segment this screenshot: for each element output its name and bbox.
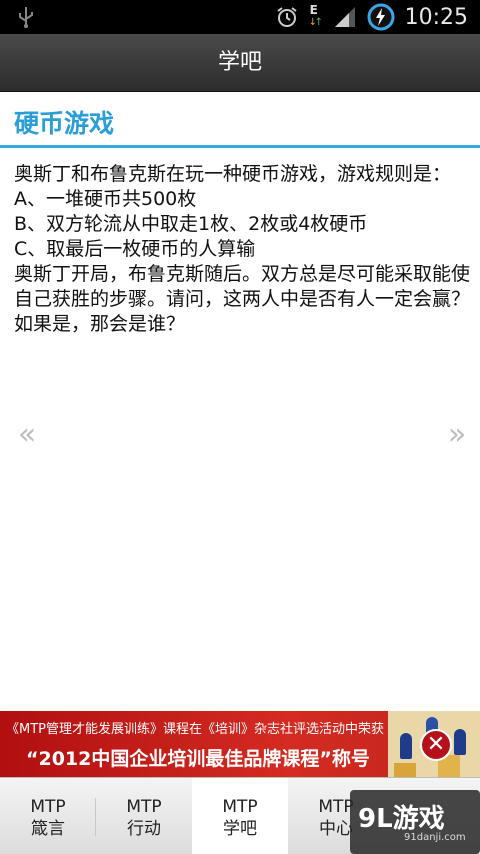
watermark-text: 9L游戏	[358, 804, 445, 834]
ad-banner-line1: 《MTP管理才能发展训练》课程在《培训》杂志社评选活动中荣获	[6, 722, 384, 737]
content-line: 奥斯丁和布鲁克斯在玩一种硬币游戏，游戏规则是：	[14, 163, 452, 185]
section-title: 硬币游戏	[14, 109, 115, 138]
alarm-icon	[276, 7, 297, 27]
page-title: 学吧	[217, 50, 262, 75]
status-bar: E ↓ ↑ 10:25	[0, 0, 480, 34]
content-line: 奥斯丁开局，布鲁克斯随后。双方总是尽可能采取能使自己获胜的步骤。请问，这两人中是…	[14, 263, 471, 335]
battery-charging-icon	[367, 3, 395, 31]
tab-label-bottom: 行动	[127, 819, 161, 839]
usb-icon	[19, 7, 33, 28]
watermark-url: 91danji.com	[404, 832, 466, 843]
status-time: 10:25	[404, 4, 468, 30]
content-line: B、双方轮流从中取走1枚、2枚或4枚硬币	[14, 213, 368, 235]
tab-mtp-learn[interactable]: MTP 学吧	[192, 778, 288, 854]
close-ad-button[interactable]: ✕	[420, 729, 452, 761]
tab-label-top: MTP	[126, 797, 162, 817]
tab-label-top: MTP	[222, 797, 258, 817]
title-bar: 学吧	[0, 34, 480, 92]
signal-icon	[334, 7, 355, 27]
data-arrows-icon: E ↓ ↑	[308, 3, 323, 28]
article-content: 奥斯丁和布鲁克斯在玩一种硬币游戏，游戏规则是： A、一堆硬币共500枚 B、双方…	[14, 162, 470, 337]
ad-banner[interactable]: 《MTP管理才能发展训练》课程在《培训》杂志社评选活动中荣获 “2012中国企业…	[0, 711, 480, 777]
tab-label-top: MTP	[30, 797, 66, 817]
network-type-label: E	[309, 3, 318, 17]
tab-mtp-action[interactable]: MTP 行动	[96, 778, 192, 854]
content-line: A、一堆硬币共500枚	[14, 188, 197, 210]
content-line: C、取最后一枚硬币的人算输	[14, 238, 256, 260]
tab-mtp-motto[interactable]: MTP 箴言	[0, 778, 96, 854]
ad-banner-line2: “2012中国企业培训最佳品牌课程”称号	[26, 748, 370, 770]
next-arrow-icon[interactable]: »	[442, 420, 472, 450]
previous-arrow-icon[interactable]: «	[12, 420, 42, 450]
tab-label-bottom: 学吧	[223, 819, 257, 839]
section-divider	[0, 145, 480, 148]
tab-label-bottom: 箴言	[31, 819, 65, 839]
watermark-logo: 9L游戏 91danji.com	[350, 790, 480, 854]
